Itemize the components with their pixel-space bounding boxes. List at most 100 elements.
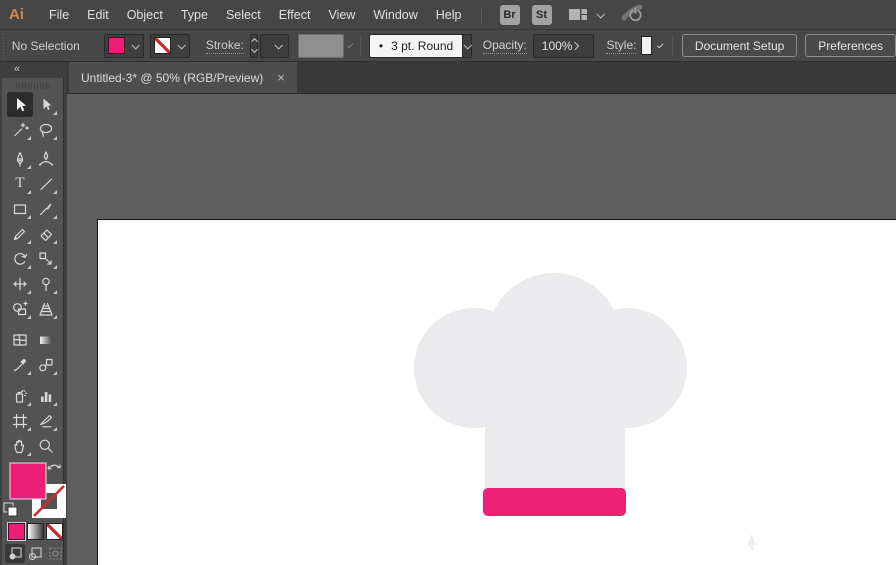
puppet-warp-tool[interactable] xyxy=(33,271,59,296)
document-tab-bar: Untitled-3* @ 50% (RGB/Preview) × xyxy=(67,62,896,94)
control-bar: No Selection Stroke: • 3 pt. Round Opaci… xyxy=(0,30,896,62)
fill-proxy xyxy=(9,462,47,500)
menu-window[interactable]: Window xyxy=(364,8,426,22)
collapse-panel-button[interactable]: « xyxy=(14,63,21,75)
none-mode-button[interactable] xyxy=(46,523,63,540)
menu-edit[interactable]: Edit xyxy=(78,8,118,22)
draw-inside-button[interactable] xyxy=(45,544,65,563)
panel-drag-handle[interactable] xyxy=(16,83,50,89)
rotate-tool[interactable] xyxy=(7,246,33,271)
shape-builder-tool[interactable] xyxy=(7,296,33,321)
slice-tool[interactable] xyxy=(33,408,59,433)
illustrator-window: Ai File Edit Object Type Select Effect V… xyxy=(0,0,896,565)
fill-color-swatch[interactable] xyxy=(107,37,125,54)
stepper-down-icon[interactable] xyxy=(250,45,258,54)
rectangle-tool[interactable] xyxy=(7,196,33,221)
chef-hat-shape[interactable] xyxy=(414,273,687,516)
menu-effect[interactable]: Effect xyxy=(270,8,320,22)
fill-color-dropdown[interactable] xyxy=(103,33,144,58)
stroke-panel-link[interactable]: Stroke: xyxy=(205,38,244,54)
type-tool-glyph: T xyxy=(15,175,25,191)
eyedropper-tool[interactable] xyxy=(7,352,33,377)
chevron-down-icon[interactable] xyxy=(595,9,605,19)
chevron-down-icon xyxy=(463,40,472,50)
canvas-pasteboard[interactable] xyxy=(67,94,896,565)
menu-select[interactable]: Select xyxy=(217,8,270,22)
preferences-button[interactable]: Preferences xyxy=(805,34,896,57)
document-tab[interactable]: Untitled-3* @ 50% (RGB/Preview) × xyxy=(69,62,297,93)
gradient-tool[interactable] xyxy=(33,327,59,352)
brush-dot-icon: • xyxy=(378,38,384,53)
workspace-switcher-icon[interactable] xyxy=(568,7,588,22)
app-logo: Ai xyxy=(9,6,24,23)
dock-header: « xyxy=(0,62,67,78)
chevron-down-icon[interactable] xyxy=(656,41,664,49)
artboard[interactable] xyxy=(97,219,896,565)
width-tool[interactable] xyxy=(7,271,33,296)
stock-button[interactable]: St xyxy=(531,4,552,25)
chevron-down-icon xyxy=(177,40,186,50)
stepper-up-icon[interactable] xyxy=(250,37,258,46)
panel-grip[interactable] xyxy=(2,32,6,59)
curvature-tool[interactable] xyxy=(33,146,59,171)
menu-file[interactable]: File xyxy=(40,8,78,22)
chevron-down-icon xyxy=(346,41,354,49)
type-tool[interactable]: T xyxy=(7,171,33,196)
style-swatch[interactable] xyxy=(641,36,652,55)
line-segment-tool[interactable] xyxy=(33,171,59,196)
fill-stroke-indicator[interactable] xyxy=(2,460,68,522)
document-tab-title: Untitled-3* @ 50% (RGB/Preview) xyxy=(81,70,264,85)
hand-tool[interactable] xyxy=(7,433,33,458)
brush-value: 3 pt. Round xyxy=(391,38,454,53)
mesh-tool[interactable] xyxy=(7,327,33,352)
paintbrush-tool[interactable] xyxy=(33,196,59,221)
brush-definition-dropdown[interactable]: • 3 pt. Round xyxy=(368,33,463,58)
style-link[interactable]: Style: xyxy=(606,38,637,54)
stroke-none-swatch[interactable] xyxy=(153,37,171,54)
menu-type[interactable]: Type xyxy=(172,8,217,22)
gradient-mode-button[interactable] xyxy=(27,523,44,540)
blend-tool[interactable] xyxy=(33,352,59,377)
opacity-field[interactable]: 100% xyxy=(532,33,595,58)
mouse-cursor xyxy=(747,534,756,551)
menu-help[interactable]: Help xyxy=(427,8,471,22)
stroke-color-dropdown[interactable] xyxy=(149,33,190,58)
opacity-value[interactable]: 100% xyxy=(542,39,573,53)
selection-status: No Selection xyxy=(11,38,80,53)
bridge-button[interactable]: Br xyxy=(499,4,520,25)
draw-behind-button[interactable] xyxy=(25,544,45,563)
menu-object[interactable]: Object xyxy=(118,8,172,22)
brush-dropdown-button[interactable] xyxy=(462,33,472,58)
chevron-down-icon xyxy=(131,40,140,50)
lasso-tool[interactable] xyxy=(33,117,59,142)
workspace: « T Untitled-3* @ 50% (RGB/Preview) × xyxy=(0,62,896,565)
close-tab-icon[interactable]: × xyxy=(277,71,285,84)
separator xyxy=(359,34,361,57)
symbol-sprayer-tool[interactable] xyxy=(7,383,33,408)
chevron-right-icon[interactable] xyxy=(571,41,580,50)
pen-tool[interactable] xyxy=(7,146,33,171)
chevron-down-icon xyxy=(274,40,283,50)
color-mode-button[interactable] xyxy=(7,522,26,541)
magic-wand-tool[interactable] xyxy=(7,117,33,142)
eraser-tool[interactable] xyxy=(33,221,59,246)
tools-panel: T xyxy=(2,78,66,565)
draw-normal-button[interactable] xyxy=(5,544,25,563)
opacity-link[interactable]: Opacity: xyxy=(482,38,527,54)
scale-tool[interactable] xyxy=(33,246,59,271)
column-graph-tool[interactable] xyxy=(33,383,59,408)
shaper-tool[interactable] xyxy=(7,221,33,246)
direct-selection-tool[interactable] xyxy=(33,92,59,117)
document-setup-button[interactable]: Document Setup xyxy=(681,34,798,57)
perspective-grid-tool[interactable] xyxy=(33,296,59,321)
gpu-power-icon[interactable] xyxy=(621,4,645,26)
stroke-weight-dropdown[interactable] xyxy=(260,33,289,58)
menu-view[interactable]: View xyxy=(319,8,364,22)
tool-dock: « T xyxy=(0,62,67,565)
stroke-weight-stepper[interactable] xyxy=(249,33,259,58)
selection-tool[interactable] xyxy=(7,92,33,117)
zoom-tool[interactable] xyxy=(33,433,59,458)
artboard-tool[interactable] xyxy=(7,408,33,433)
separator xyxy=(671,34,673,57)
menubar-separator xyxy=(480,6,482,23)
